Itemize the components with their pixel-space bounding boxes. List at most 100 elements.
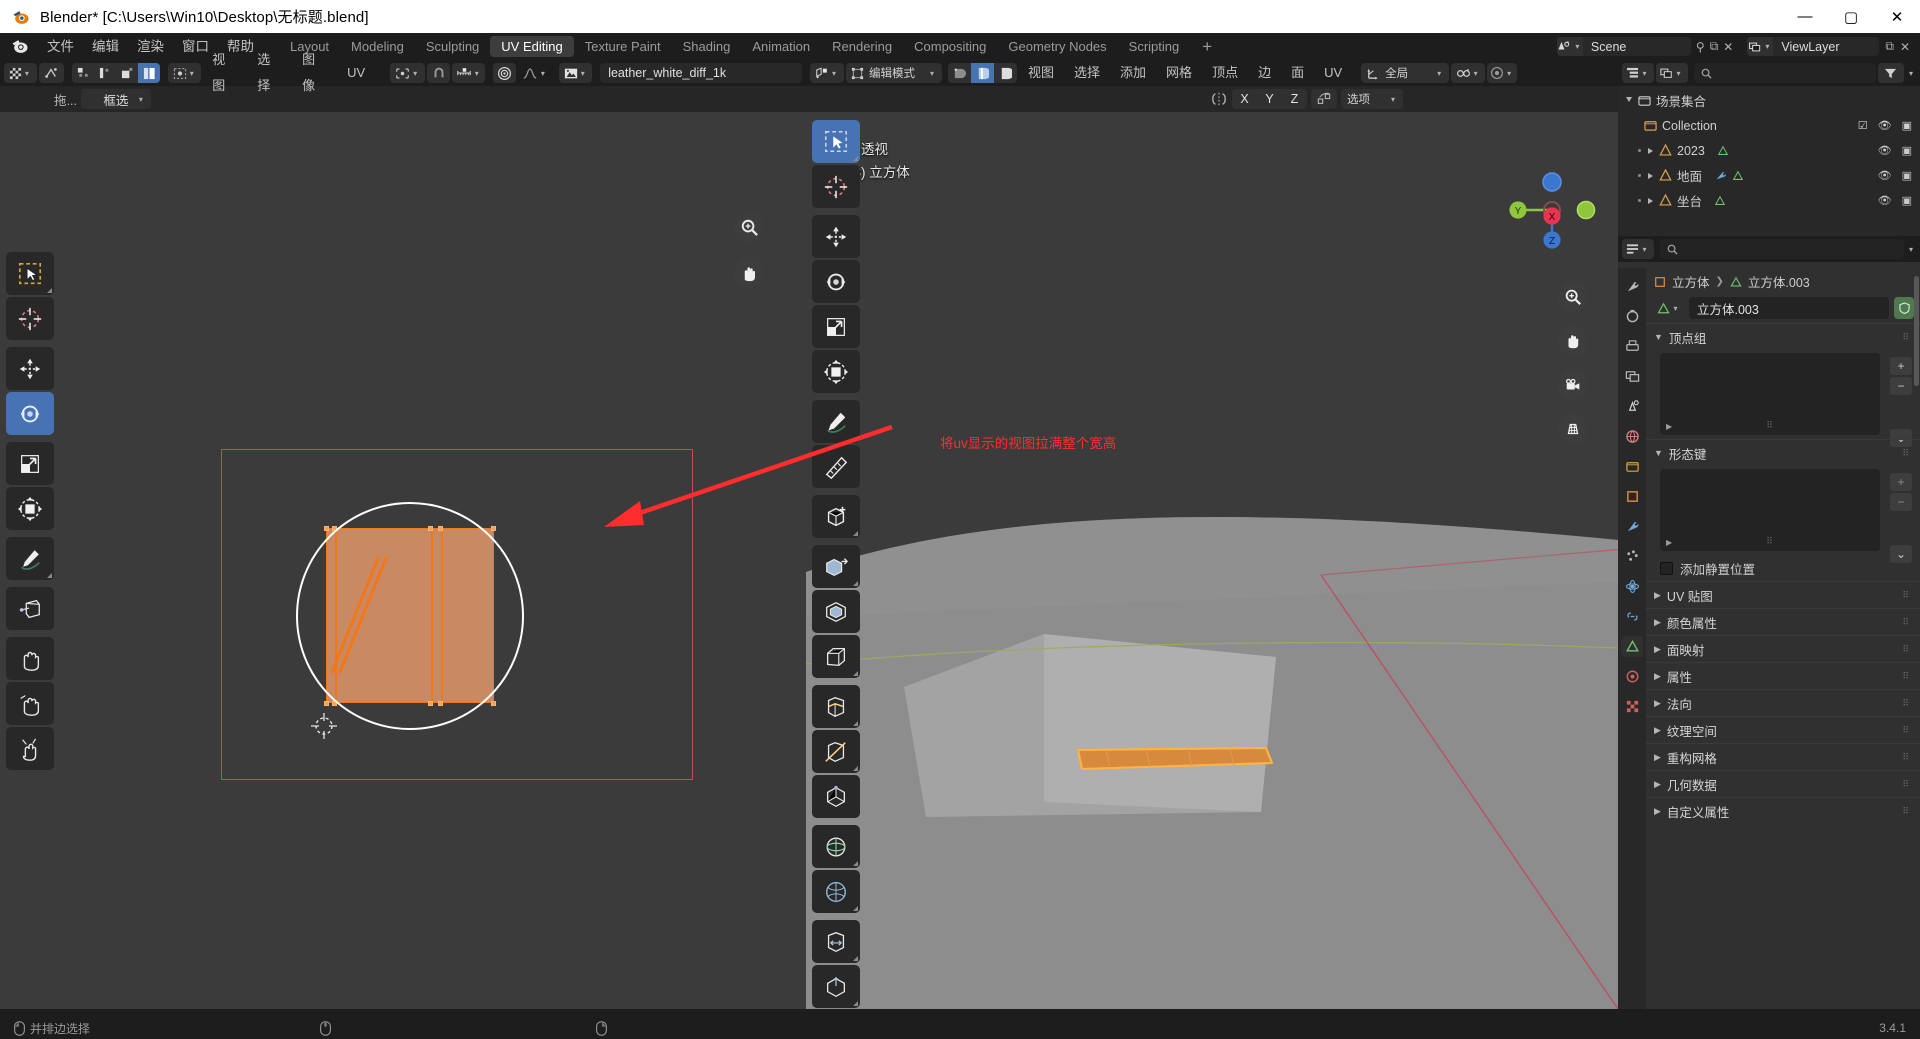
mesh-select-mode-edge[interactable] (971, 63, 994, 83)
pin-scene-icon[interactable]: ⚲ (1696, 40, 1705, 54)
uv-image-display-button[interactable]: ▾ (559, 63, 593, 83)
properties-tab-collection[interactable] (1621, 456, 1643, 477)
outliner-row-scene-collection[interactable]: 场景集合 (1618, 88, 1920, 113)
breadcrumb-data-label[interactable]: 立方体.003 (1748, 272, 1810, 291)
uv-zoom-icon[interactable] (734, 212, 764, 242)
new-viewlayer-icon[interactable]: ⧉ (1885, 39, 1894, 54)
mirror-axis-y[interactable]: Y (1257, 89, 1282, 109)
v3d-tool-smooth[interactable] (812, 870, 860, 913)
view3d-menu-uv[interactable]: UV (1315, 60, 1351, 86)
collection-checkbox[interactable]: ☑ (1858, 119, 1868, 132)
uv-tool-rip-region[interactable] (6, 587, 54, 630)
camera-icon[interactable]: ▣ (1902, 144, 1912, 157)
uv-sync-selection-icon[interactable] (38, 63, 65, 83)
view3d-proportional-edit-icon[interactable]: ▾ (1487, 63, 1518, 83)
view3d-pan-hand-icon[interactable] (1558, 326, 1588, 356)
mesh-select-mode-face[interactable] (994, 63, 1017, 83)
chevron-down-icon[interactable]: ▾ (1909, 245, 1913, 254)
minimize-button[interactable]: — (1782, 0, 1828, 33)
uv-tool-tweak[interactable] (6, 252, 54, 295)
panel-header-shape-keys[interactable]: ▼ 形态键 ⠿ (1646, 439, 1920, 466)
view3d-menu-vertex[interactable]: 顶点 (1203, 60, 1247, 86)
chevron-right-icon[interactable]: ▶ (1666, 422, 1672, 431)
v3d-tool-measure[interactable] (812, 445, 860, 488)
properties-scrollbar[interactable] (1914, 276, 1919, 386)
view3d-menu-mesh[interactable]: 网格 (1157, 60, 1201, 86)
uv-pan-hand-icon[interactable] (734, 258, 764, 288)
vertex-group-remove-button[interactable]: − (1890, 377, 1912, 395)
uv-vertex[interactable] (491, 526, 496, 531)
uv-select-mode-dropdown[interactable]: 框选 ▾ (80, 89, 151, 109)
mesh-data-icon[interactable] (1717, 145, 1729, 157)
uv-tool-transform[interactable] (6, 487, 54, 530)
view3d-toggle-ortho-icon[interactable] (1558, 414, 1588, 444)
properties-tab-tool[interactable] (1621, 276, 1643, 297)
uv-select-mode-island[interactable] (138, 63, 161, 83)
properties-tab-data[interactable] (1621, 636, 1643, 657)
modifier-icon[interactable] (1714, 170, 1726, 182)
uv-vertex[interactable] (324, 701, 329, 706)
view3d-snap-button[interactable]: ▾ (1451, 63, 1486, 83)
v3d-tool-tweak[interactable] (812, 120, 860, 163)
panel-header-vertex-groups[interactable]: ▼ 顶点组 ⠿ (1646, 323, 1920, 350)
v3d-tool-shrink-fatten[interactable] (812, 965, 860, 1008)
view3d-mode-dropdown[interactable]: 编辑模式 ▾ (846, 63, 942, 83)
menu-render[interactable]: 渲染 (128, 33, 173, 60)
mirror-icon[interactable] (1311, 89, 1337, 109)
workspace-tab-sculpting[interactable]: Sculpting (415, 36, 490, 57)
uv-tool-pinch[interactable] (6, 727, 54, 770)
properties-tab-object[interactable] (1621, 486, 1643, 507)
view3d-canvas[interactable]: 用户透视 (168) 立方体 Y X Z (806, 112, 1618, 1009)
uv-falloff-curve-button[interactable]: ▾ (518, 63, 551, 83)
v3d-tool-add-cube[interactable] (812, 495, 860, 538)
uv-canvas[interactable] (0, 112, 806, 1009)
properties-tab-output[interactable] (1621, 336, 1643, 357)
uv-menu-select[interactable]: 选择 (248, 47, 291, 99)
chevron-down-icon[interactable] (1626, 96, 1632, 105)
camera-icon[interactable]: ▣ (1902, 194, 1912, 207)
view3d-options-dropdown[interactable]: 选项 ▾ (1341, 89, 1403, 109)
checkbox[interactable] (1660, 561, 1673, 575)
uv-tool-cursor[interactable] (6, 297, 54, 340)
eye-icon[interactable]: 👁 (1878, 169, 1892, 182)
uv-pivot-center-button[interactable]: ▾ (390, 63, 425, 83)
chevron-right-icon[interactable] (1648, 172, 1653, 179)
scene-browse-icon[interactable]: ▾ (1556, 37, 1583, 56)
view3d-zoom-icon[interactable] (1558, 282, 1588, 312)
uv-select-mode-vertex[interactable] (72, 63, 95, 83)
vertex-group-add-button[interactable]: + (1890, 357, 1912, 375)
panel-header-color-attributes[interactable]: ▶ 颜色属性 ⠿ (1646, 608, 1920, 635)
workspace-tab-uv-editing[interactable]: UV Editing (490, 36, 574, 57)
fake-user-shield-icon[interactable] (1894, 297, 1914, 319)
view3d-menu-select[interactable]: 选择 (1065, 60, 1109, 86)
v3d-tool-annotate[interactable] (812, 400, 860, 443)
properties-tab-render[interactable] (1621, 306, 1643, 327)
view3d-menu-face[interactable]: 面 (1282, 60, 1313, 86)
breadcrumb-object-label[interactable]: 立方体 (1672, 272, 1710, 291)
workspace-tab-geometry-nodes[interactable]: Geometry Nodes (997, 36, 1117, 57)
mirror-axis-x[interactable]: X (1232, 89, 1257, 109)
panel-header-face-maps[interactable]: ▶ 面映射 ⠿ (1646, 635, 1920, 662)
uv-sync-icon[interactable] (1210, 91, 1228, 107)
workspace-tab-animation[interactable]: Animation (741, 36, 821, 57)
navigation-gizmo[interactable]: Y X Z (1506, 164, 1598, 256)
uv-snap-magnet-icon[interactable] (427, 63, 451, 83)
v3d-tool-knife[interactable] (812, 730, 860, 773)
view3d-menu-add[interactable]: 添加 (1111, 60, 1155, 86)
list-resize-handle[interactable]: ⠿ (1766, 420, 1774, 431)
properties-tab-particles[interactable] (1621, 546, 1643, 567)
uv-vertex[interactable] (491, 701, 496, 706)
panel-header-uv-maps[interactable]: ▶ UV 贴图 ⠿ (1646, 581, 1920, 608)
uv-tool-relax[interactable] (6, 682, 54, 725)
panel-header-remesh[interactable]: ▶ 重构网格 ⠿ (1646, 743, 1920, 770)
properties-tab-scene[interactable] (1621, 396, 1643, 417)
maximize-button[interactable]: ▢ (1828, 0, 1874, 33)
shape-key-specials-button[interactable]: ⌄ (1890, 545, 1912, 563)
new-scene-icon[interactable]: ⧉ (1710, 39, 1719, 54)
view3d-camera-icon[interactable] (1558, 370, 1588, 400)
eye-icon[interactable]: 👁 (1878, 119, 1892, 132)
workspace-tab-rendering[interactable]: Rendering (821, 36, 903, 57)
v3d-tool-inset-faces[interactable] (812, 590, 860, 633)
shape-key-rest-position-row[interactable]: 添加静置位置 (1646, 555, 1920, 581)
uv-proportional-edit-icon[interactable] (493, 63, 517, 83)
